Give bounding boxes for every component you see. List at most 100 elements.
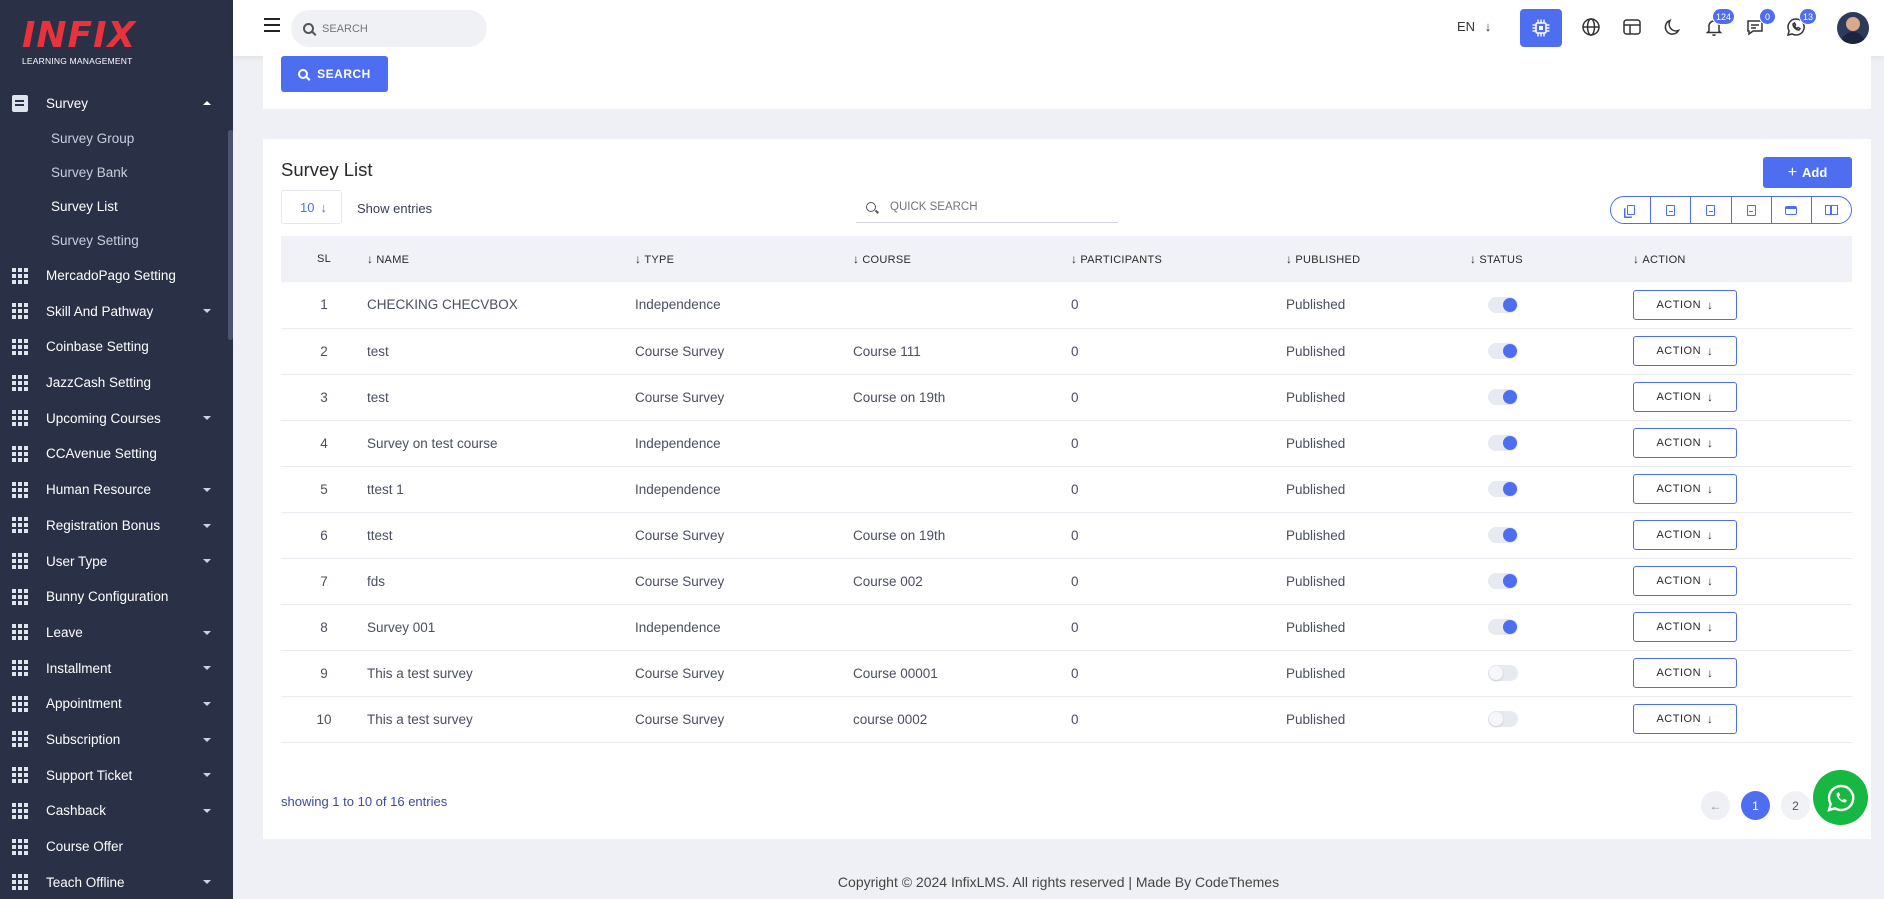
sidebar-item-support-ticket[interactable]: Support Ticket — [0, 757, 233, 793]
sidebar-item-cashback[interactable]: Cashback — [0, 793, 233, 829]
arrow-down-icon: ↓ — [320, 199, 327, 215]
action-dropdown-button[interactable]: ACTION ↓ — [1633, 520, 1737, 550]
sidebar-item-human-resource[interactable]: Human Resource — [0, 472, 233, 508]
columns-icon — [1824, 205, 1838, 215]
quick-search[interactable] — [856, 191, 1118, 223]
action-label: ACTION — [1656, 437, 1702, 449]
column-header-participants[interactable]: ↓ PARTICIPANTS — [1071, 236, 1286, 282]
column-header-published[interactable]: ↓ PUBLISHED — [1286, 236, 1470, 282]
action-dropdown-button[interactable]: ACTION ↓ — [1633, 289, 1737, 320]
excel-file-icon — [1666, 204, 1676, 216]
print-button[interactable] — [1772, 197, 1812, 223]
cell-course: Course 002 — [853, 573, 923, 589]
sidebar-item-label: Human Resource — [46, 482, 152, 498]
pagination-prev[interactable]: ← — [1701, 791, 1730, 820]
search-button[interactable]: SEARCH — [281, 56, 388, 92]
avatar[interactable] — [1837, 12, 1869, 44]
status-toggle[interactable] — [1488, 711, 1518, 727]
status-toggle[interactable] — [1488, 343, 1518, 359]
sidebar-item-teach-offline[interactable]: Teach Offline — [0, 864, 233, 899]
arrow-down-icon: ↓ — [1707, 436, 1714, 450]
entries-select[interactable]: 10 ↓ — [281, 190, 342, 224]
excel-button[interactable] — [1651, 197, 1692, 223]
pagination-page-2[interactable]: 2 — [1781, 791, 1810, 820]
whatsapp-top-button[interactable]: 13 — [1783, 8, 1817, 40]
pdf-button[interactable] — [1732, 197, 1772, 223]
quick-search-input[interactable] — [890, 200, 1090, 213]
column-header-course[interactable]: ↓ COURSE — [853, 236, 1071, 282]
grid-icon — [12, 338, 30, 355]
status-toggle[interactable] — [1488, 481, 1518, 497]
action-dropdown-button[interactable]: ACTION ↓ — [1633, 566, 1737, 596]
status-toggle[interactable] — [1488, 573, 1518, 589]
sidebar-item-subscription[interactable]: Subscription — [0, 722, 233, 758]
add-button-label: Add — [1802, 165, 1828, 180]
status-toggle[interactable] — [1488, 435, 1518, 451]
status-toggle[interactable] — [1488, 389, 1518, 405]
logo[interactable]: INFIX LEARNING MANAGEMENT — [0, 0, 233, 86]
dark-mode-button[interactable] — [1660, 14, 1686, 40]
status-toggle[interactable] — [1488, 665, 1518, 681]
notifications-button[interactable]: 124 — [1701, 8, 1735, 40]
pagination-page-1[interactable]: 1 — [1741, 791, 1770, 820]
menu-icon[interactable] — [264, 18, 280, 32]
column-header-name[interactable]: ↓ NAME — [367, 236, 635, 282]
action-dropdown-button[interactable]: ACTION ↓ — [1633, 474, 1737, 504]
status-toggle[interactable] — [1488, 527, 1518, 543]
search-icon — [303, 23, 314, 34]
chip-button[interactable] — [1520, 9, 1562, 47]
sidebar-subitem-survey-bank[interactable]: Survey Bank — [0, 156, 233, 190]
whatsapp-chat-button[interactable] — [1813, 770, 1868, 825]
grid-icon — [12, 731, 30, 748]
layout-button[interactable] — [1619, 14, 1645, 40]
sidebar-item-installment[interactable]: Installment — [0, 650, 233, 686]
columns-button[interactable] — [1812, 197, 1851, 223]
chevron-down-icon — [203, 701, 211, 706]
cell-published: Published — [1286, 389, 1346, 405]
action-dropdown-button[interactable]: ACTION ↓ — [1633, 428, 1737, 458]
sidebar-item-coinbase-setting[interactable]: Coinbase Setting — [0, 329, 233, 365]
sidebar-item-course-offer[interactable]: Course Offer — [0, 829, 233, 865]
sidebar-subitem-survey-setting[interactable]: Survey Setting — [0, 224, 233, 258]
sidebar-item-user-type[interactable]: User Type — [0, 543, 233, 579]
sidebar-subitem-survey-list[interactable]: Survey List — [0, 190, 233, 224]
messages-button[interactable]: 0 — [1742, 8, 1776, 40]
status-toggle[interactable] — [1488, 619, 1518, 635]
column-header-status[interactable]: ↓ STATUS — [1470, 236, 1633, 282]
global-search[interactable] — [291, 10, 487, 47]
sort-icon: ↓ — [1071, 252, 1078, 266]
sidebar-item-registration-bonus[interactable]: Registration Bonus — [0, 508, 233, 544]
add-button[interactable]: + Add — [1763, 157, 1852, 188]
sidebar-item-appointment[interactable]: Appointment — [0, 686, 233, 722]
column-header-action[interactable]: ↓ ACTION — [1633, 236, 1852, 282]
cell-sl: 8 — [320, 619, 328, 635]
sidebar-item-survey[interactable]: Survey — [0, 86, 233, 122]
action-dropdown-button[interactable]: ACTION ↓ — [1633, 336, 1737, 366]
action-dropdown-button[interactable]: ACTION ↓ — [1633, 612, 1737, 642]
action-dropdown-button[interactable]: ACTION ↓ — [1633, 704, 1737, 734]
sidebar-item-upcoming-courses[interactable]: Upcoming Courses — [0, 400, 233, 436]
sidebar-item-mercadopago-setting[interactable]: MercadoPago Setting — [0, 258, 233, 294]
sidebar-subitem-survey-group[interactable]: Survey Group — [0, 122, 233, 156]
search-input[interactable] — [322, 22, 472, 35]
sidebar-item-bunny-configuration[interactable]: Bunny Configuration — [0, 579, 233, 615]
sidebar-item-label: Upcoming Courses — [46, 410, 161, 426]
column-header-type[interactable]: ↓ TYPE — [635, 236, 853, 282]
table-row: 4 Survey on test course Independence 0 Publi… — [281, 420, 1852, 466]
globe-button[interactable] — [1578, 14, 1604, 40]
page-title: Survey List — [281, 159, 373, 180]
table-row: 8 Survey 001 Independence 0 Published ACTION ↓ — [281, 604, 1852, 650]
sidebar-item-skill-and-pathway[interactable]: Skill And Pathway — [0, 293, 233, 329]
csv-button[interactable] — [1691, 197, 1732, 223]
sidebar-item-jazzcash-setting[interactable]: JazzCash Setting — [0, 365, 233, 401]
action-dropdown-button[interactable]: ACTION ↓ — [1633, 382, 1737, 412]
column-header-sl[interactable]: SL — [281, 236, 367, 282]
status-toggle[interactable] — [1488, 296, 1518, 313]
sidebar-item-leave[interactable]: Leave — [0, 615, 233, 651]
arrow-down-icon: ↓ — [1707, 297, 1714, 312]
copy-button[interactable] — [1611, 197, 1652, 223]
language-select[interactable]: EN ↓ — [1457, 19, 1491, 34]
sidebar-item-ccavenue-setting[interactable]: CCAvenue Setting — [0, 436, 233, 472]
cell-sl: 6 — [320, 527, 328, 543]
action-dropdown-button[interactable]: ACTION ↓ — [1633, 658, 1737, 688]
